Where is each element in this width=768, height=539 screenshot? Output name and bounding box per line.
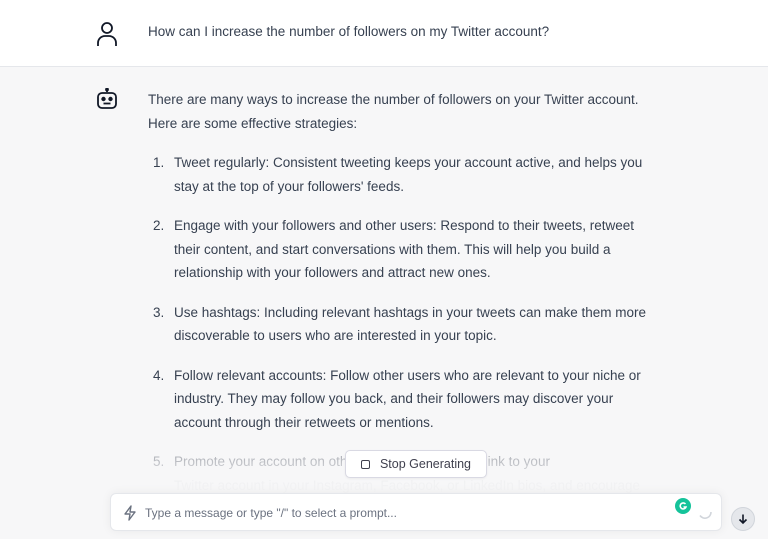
assistant-intro-line: There are many ways to increase the numb… [148, 92, 639, 107]
list-item-line: account through their retweets or mentio… [174, 414, 434, 430]
lightning-bolt-icon[interactable] [123, 505, 137, 521]
message-composer [110, 493, 722, 531]
list-item: 4. Follow relevant accounts: Follow othe… [148, 364, 678, 435]
robot-icon [97, 88, 117, 109]
list-item-line: discoverable to users who are interested… [174, 328, 497, 343]
list-item-number: 5. [153, 454, 165, 469]
list-item-line: industry. They may follow you back, and … [174, 391, 614, 406]
list-item-line: stay at the top of your followers' feeds… [174, 178, 404, 194]
assistant-intro: There are many ways to increase the numb… [148, 88, 678, 135]
user-icon [97, 22, 117, 46]
list-item: 3. Use hashtags: Including relevant hash… [148, 301, 678, 348]
stop-generating-button[interactable]: Stop Generating [345, 450, 487, 478]
list-item-number: 1. [153, 155, 165, 170]
strategy-list: 1. Tweet regularly: Consistent tweeting … [148, 151, 678, 497]
list-item-number: 3. [153, 304, 165, 320]
stop-generating-label: Stop Generating [379, 457, 472, 471]
assistant-intro-line: Here are some effective strategies: [148, 115, 358, 131]
list-item-line: Twitter account in your Instagram, Faceb… [174, 477, 641, 493]
list-item-line: Use hashtags: Including relevant hashtag… [174, 304, 646, 320]
list-item: 1. Tweet regularly: Consistent tweeting … [148, 151, 678, 198]
list-item-number: 2. [153, 218, 165, 233]
list-item-number: 4. [153, 367, 165, 383]
scroll-to-bottom-button[interactable] [731, 507, 755, 531]
list-item-line: Follow relevant accounts: Follow other u… [174, 367, 641, 383]
message-input[interactable] [145, 502, 625, 524]
list-item-line: Engage with your followers and other use… [174, 218, 634, 233]
user-message-row: How can I increase the number of followe… [0, 0, 768, 67]
grammarly-icon[interactable] [675, 498, 691, 514]
list-item: 2. Engage with your followers and other … [148, 214, 678, 285]
list-item-line: their content, and start conversations w… [174, 241, 611, 257]
list-item-line: Tweet regularly: Consistent tweeting kee… [174, 155, 643, 170]
loading-spinner-icon [699, 511, 712, 519]
stop-icon [360, 459, 370, 469]
user-message-text: How can I increase the number of followe… [148, 24, 550, 39]
list-item-line: relationship with your followers and att… [174, 265, 491, 280]
arrow-down-icon [738, 514, 748, 525]
